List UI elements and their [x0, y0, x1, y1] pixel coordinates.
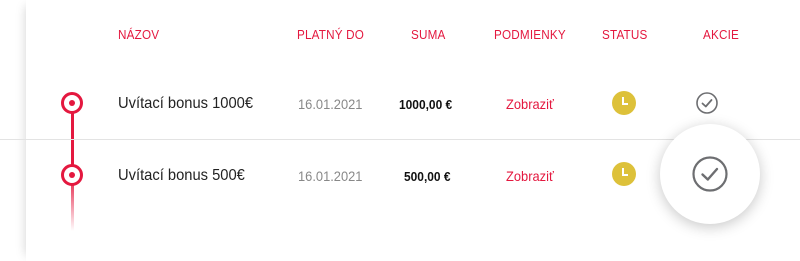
conditions-link[interactable]: Zobraziť: [506, 96, 554, 112]
bonus-amount: 1000,00 €: [399, 97, 453, 112]
header-amount: SUMA: [411, 27, 446, 42]
header-name: NÁZOV: [118, 27, 160, 42]
timeline-dot: [61, 92, 83, 114]
header-valid-until: PLATNÝ DO: [297, 27, 365, 42]
valid-until-date: 16.01.2021: [298, 168, 363, 184]
bonus-name: Uvítací bonus 500€: [118, 167, 245, 184]
timeline-dot: [61, 164, 83, 186]
header-actions: AKCIE: [703, 27, 740, 42]
check-circle-icon[interactable]: [660, 124, 760, 224]
clock-icon: [612, 162, 636, 186]
valid-until-date: 16.01.2021: [298, 96, 363, 112]
clock-icon: [612, 91, 636, 115]
header-conditions: PODMIENKY: [494, 27, 566, 42]
check-circle-icon[interactable]: [695, 91, 719, 115]
header-status: STATUS: [602, 27, 648, 42]
conditions-link[interactable]: Zobraziť: [506, 168, 554, 184]
bonus-name: Uvítací bonus 1000€: [118, 95, 254, 112]
bonus-amount: 500,00 €: [404, 169, 451, 184]
